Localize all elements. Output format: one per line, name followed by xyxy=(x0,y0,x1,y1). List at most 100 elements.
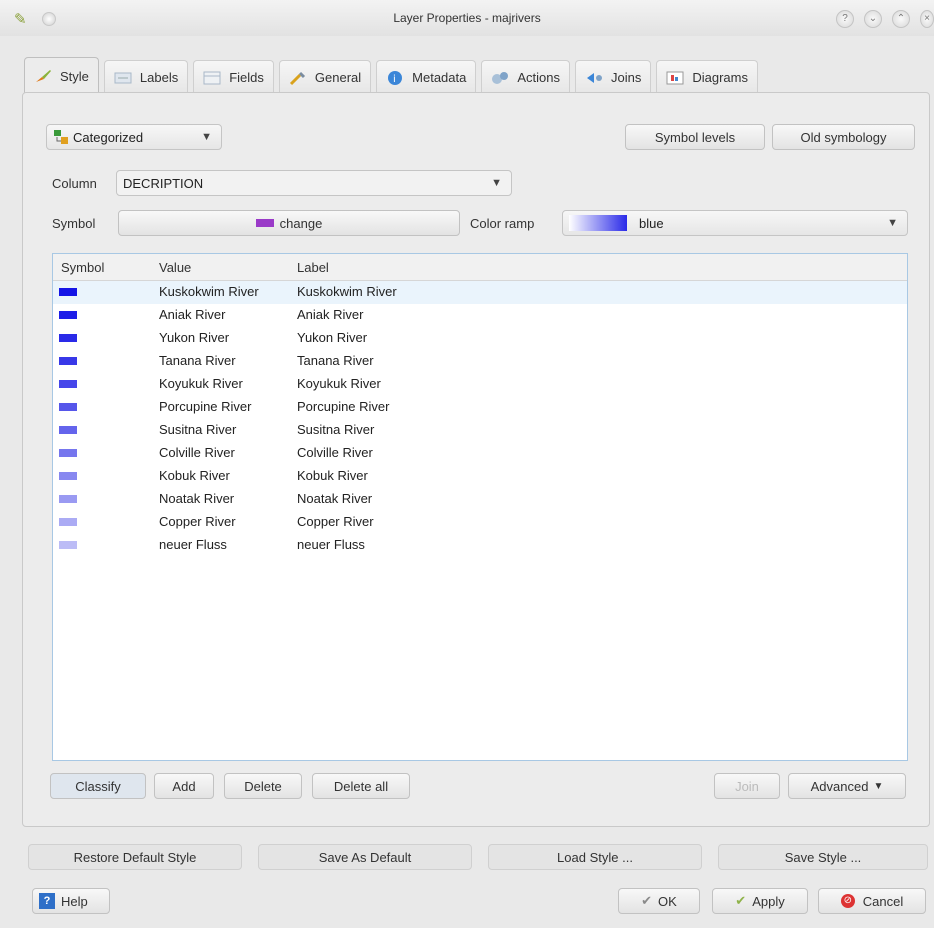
categories-table[interactable]: Symbol Value Label Kuskokwim River Kuskok… xyxy=(52,253,908,761)
renderer-value: Categorized xyxy=(73,130,144,145)
svg-text:i: i xyxy=(393,74,396,85)
minimize-icon[interactable]: ⌄ xyxy=(864,10,882,28)
symbol-swatch[interactable] xyxy=(59,288,77,296)
help-button[interactable]: ? Help xyxy=(32,888,110,914)
table-header: Symbol Value Label xyxy=(53,254,907,281)
delete-all-button[interactable]: Delete all xyxy=(312,773,410,799)
symbol-swatch[interactable] xyxy=(59,449,77,457)
value-cell: Susitna River xyxy=(159,422,237,437)
symbol-swatch[interactable] xyxy=(59,334,77,342)
labels-icon xyxy=(114,70,132,86)
join-button[interactable]: Join xyxy=(714,773,780,799)
column-label: Column xyxy=(52,176,97,191)
checkmark-icon: ✔ xyxy=(641,893,653,908)
apply-label: Apply xyxy=(752,893,785,909)
fields-icon xyxy=(203,70,221,86)
label-cell[interactable]: Noatak River xyxy=(297,491,372,506)
tab-style[interactable]: Style xyxy=(24,57,99,94)
table-row[interactable]: Noatak River Noatak River xyxy=(53,488,907,511)
label-cell[interactable]: Copper River xyxy=(297,514,374,529)
symbol-swatch[interactable] xyxy=(59,518,77,526)
symbol-swatch[interactable] xyxy=(59,311,77,319)
tab-fields[interactable]: Fields xyxy=(193,60,274,94)
symbol-change-button[interactable]: change xyxy=(118,210,460,236)
advanced-button[interactable]: Advanced ▼ xyxy=(788,773,906,799)
value-cell: Aniak River xyxy=(159,307,226,322)
symbol-swatch[interactable] xyxy=(59,426,77,434)
symbol-swatch[interactable] xyxy=(59,541,77,549)
tools-icon xyxy=(289,70,307,86)
label-cell[interactable]: Aniak River xyxy=(297,307,363,322)
cancel-icon: ⊘ xyxy=(840,894,855,908)
renderer-select[interactable]: Categorized ▼ xyxy=(46,124,222,150)
table-row[interactable]: Kuskokwim River Kuskokwim River xyxy=(53,281,907,304)
save-style-button[interactable]: Save Style ... xyxy=(718,844,928,870)
value-cell: Koyukuk River xyxy=(159,376,243,391)
add-button[interactable]: Add xyxy=(154,773,214,799)
table-row[interactable]: Porcupine River Porcupine River xyxy=(53,396,907,419)
table-row[interactable]: Tanana River Tanana River xyxy=(53,350,907,373)
symbol-preview-swatch xyxy=(255,219,274,227)
info-icon: i xyxy=(386,70,404,86)
label-cell[interactable]: Colville River xyxy=(297,445,373,460)
ok-button[interactable]: ✔ OK xyxy=(618,888,700,914)
label-cell[interactable]: Yukon River xyxy=(297,330,367,345)
close-icon[interactable]: × xyxy=(920,10,934,28)
load-style-button[interactable]: Load Style ... xyxy=(488,844,702,870)
old-symbology-button[interactable]: Old symbology xyxy=(772,124,915,150)
tab-metadata[interactable]: i Metadata xyxy=(376,60,477,94)
tab-label: Actions xyxy=(517,70,560,85)
maximize-icon[interactable]: ⌃ xyxy=(892,10,910,28)
value-cell: Colville River xyxy=(159,445,235,460)
tab-label: General xyxy=(314,70,362,85)
brush-icon xyxy=(34,68,52,84)
save-as-default-button[interactable]: Save As Default xyxy=(258,844,472,870)
joins-icon xyxy=(585,70,603,86)
cancel-button[interactable]: ⊘ Cancel xyxy=(818,888,926,914)
help-question-icon[interactable]: ? xyxy=(836,10,854,28)
help-label: Help xyxy=(61,893,88,909)
tab-joins[interactable]: Joins xyxy=(575,60,652,94)
restore-default-style-button[interactable]: Restore Default Style xyxy=(28,844,242,870)
label-cell[interactable]: Kuskokwim River xyxy=(297,284,397,299)
table-row[interactable]: neuer Fluss neuer Fluss xyxy=(53,534,907,557)
label-cell[interactable]: Koyukuk River xyxy=(297,376,381,391)
classify-button[interactable]: Classify xyxy=(50,773,146,799)
symbol-swatch[interactable] xyxy=(59,495,77,503)
tab-general[interactable]: General xyxy=(278,60,372,94)
table-row[interactable]: Koyukuk River Koyukuk River xyxy=(53,373,907,396)
table-row[interactable]: Copper River Copper River xyxy=(53,511,907,534)
color-ramp-value: blue xyxy=(639,216,664,231)
header-label: Label xyxy=(297,260,329,275)
tab-labels[interactable]: Labels xyxy=(103,60,189,94)
table-row[interactable]: Susitna River Susitna River xyxy=(53,419,907,442)
table-row[interactable]: Colville River Colville River xyxy=(53,442,907,465)
color-ramp-select[interactable]: blue ▼ xyxy=(562,210,908,236)
label-cell[interactable]: Tanana River xyxy=(297,353,374,368)
label-cell[interactable]: neuer Fluss xyxy=(297,537,365,552)
tab-diagrams[interactable]: Diagrams xyxy=(656,60,758,94)
symbol-levels-button[interactable]: Symbol levels xyxy=(625,124,765,150)
column-select[interactable]: DECRIPTION ▼ xyxy=(116,170,512,196)
symbol-swatch[interactable] xyxy=(59,403,77,411)
symbol-swatch[interactable] xyxy=(59,380,77,388)
apply-button[interactable]: ✔ Apply xyxy=(712,888,808,914)
table-row[interactable]: Aniak River Aniak River xyxy=(53,304,907,327)
tab-label: Diagrams xyxy=(692,70,748,85)
help-book-icon: ? xyxy=(39,893,55,909)
value-cell: Yukon River xyxy=(159,330,230,345)
tab-actions[interactable]: Actions xyxy=(481,60,570,94)
color-ramp-label: Color ramp xyxy=(470,216,535,231)
label-cell[interactable]: Kobuk River xyxy=(297,468,368,483)
tab-bar: Style Labels Fields General i Metadata A… xyxy=(24,57,763,96)
cancel-label: Cancel xyxy=(862,893,904,909)
symbol-swatch[interactable] xyxy=(59,472,77,480)
value-cell: Porcupine River xyxy=(159,399,252,414)
label-cell[interactable]: Porcupine River xyxy=(297,399,390,414)
table-row[interactable]: Yukon River Yukon River xyxy=(53,327,907,350)
label-cell[interactable]: Susitna River xyxy=(297,422,374,437)
table-row[interactable]: Kobuk River Kobuk River xyxy=(53,465,907,488)
symbol-swatch[interactable] xyxy=(59,357,77,365)
delete-button[interactable]: Delete xyxy=(224,773,302,799)
tab-label: Metadata xyxy=(412,70,467,85)
